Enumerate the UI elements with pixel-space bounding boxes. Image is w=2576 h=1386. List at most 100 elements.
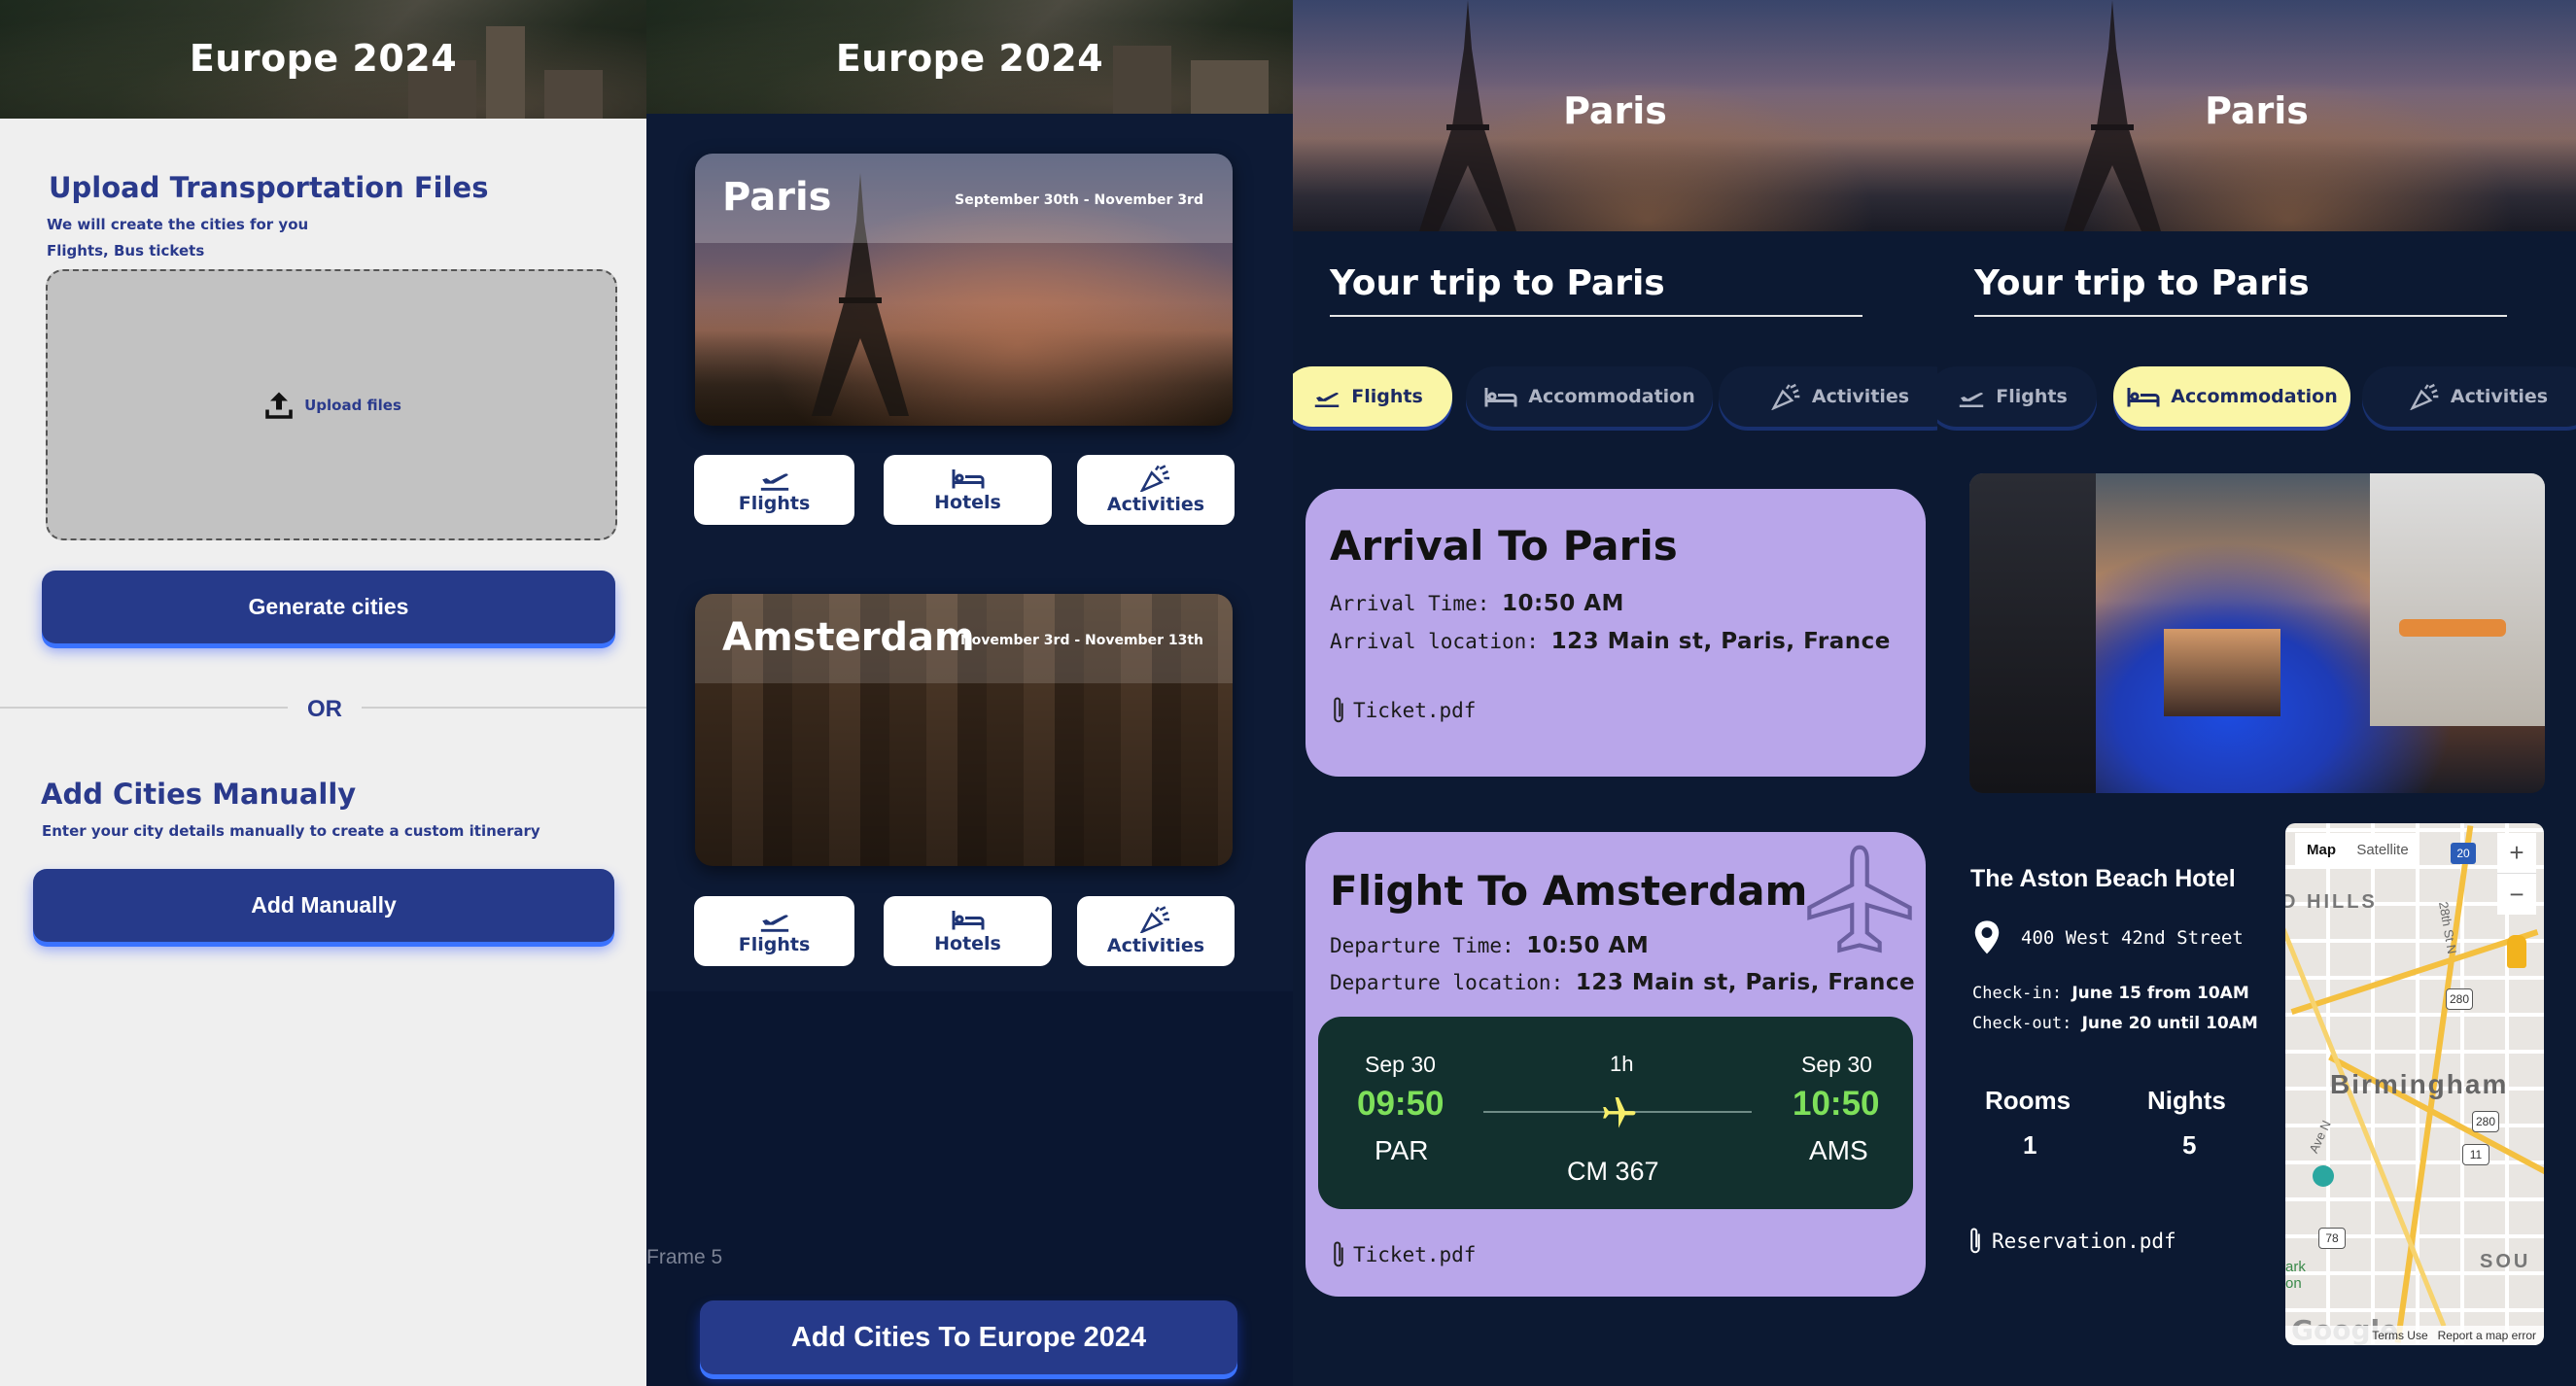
upload-file-types: Flights, Bus tickets (47, 242, 205, 260)
bed-icon (1484, 388, 1517, 407)
activities-tile-amsterdam[interactable]: Activities (1077, 896, 1235, 966)
add-manually-button[interactable]: Add Manually (33, 869, 614, 942)
hotels-tile-amsterdam[interactable]: Hotels (884, 896, 1052, 966)
ticket-attachment[interactable]: Ticket.pdf (1330, 696, 1476, 725)
party-popper-icon (2410, 383, 2439, 410)
departure-airport: PAR (1375, 1135, 1429, 1165)
poi-marker-icon[interactable] (2313, 1165, 2334, 1187)
rooms-value: 1 (2023, 1130, 2037, 1160)
hero-city-title: Paris (2205, 89, 2309, 132)
tab-label: Flights (1996, 386, 2068, 407)
tile-label: Hotels (934, 933, 1001, 954)
manual-subtitle: Enter your city details manually to crea… (42, 822, 540, 840)
tile-label: Flights (738, 493, 811, 514)
flights-tile-amsterdam[interactable]: Flights (694, 896, 854, 966)
paperclip-icon (1970, 1228, 1980, 1254)
party-popper-icon (1139, 906, 1169, 933)
tab-flights[interactable]: Flights (1937, 366, 2097, 427)
airplane-icon (1603, 1097, 1636, 1128)
map-city-label: Birmingham (2330, 1069, 2509, 1099)
upload-dropzone[interactable]: Upload files (46, 269, 617, 540)
bed-icon (952, 469, 984, 489)
highway-shield-icon: 11 (2462, 1144, 2489, 1165)
city-card-amsterdam[interactable]: Amsterdam November 3rd - November 13th (695, 594, 1233, 866)
hotels-tile-paris[interactable]: Hotels (884, 455, 1052, 525)
hotel-name: The Aston Beach Hotel (1970, 865, 2236, 892)
reservation-attachment[interactable]: Reservation.pdf (1967, 1227, 2176, 1256)
upload-panel: Europe 2024 Upload Transportation Files … (0, 0, 646, 1386)
activities-tile-paris[interactable]: Activities (1077, 455, 1235, 525)
plane-takeoff-icon (760, 473, 788, 491)
flights-detail-panel: Paris Your trip to Paris Flights Accommo… (1293, 0, 1937, 1386)
add-cities-button[interactable]: Add Cities To Europe 2024 (700, 1300, 1237, 1374)
hotel-location-map[interactable]: Map Satellite + − D HILLS Birmingham SOU… (2285, 823, 2544, 1345)
hero-city-title: Paris (1563, 89, 1667, 132)
departure-date: Sep 30 (1365, 1052, 1436, 1077)
tab-label: Accommodation (2171, 386, 2338, 407)
attachment-name: Ticket.pdf (1353, 699, 1477, 722)
tab-label: Activities (2450, 386, 2549, 407)
checkout-info: Check-out: June 20 until 10AM (1972, 1014, 2258, 1033)
trip-heading: Your trip to Paris (1974, 263, 2310, 303)
tab-accommodation[interactable]: Accommodation (1466, 366, 1713, 427)
tab-flights[interactable]: Flights (1293, 366, 1452, 427)
paperclip-icon (1334, 1241, 1343, 1267)
flight-card: Flight To Amsterdam Departure Time: 10:5… (1305, 832, 1926, 1297)
map-terms-link[interactable]: Terms Use (2372, 1329, 2427, 1342)
arrival-card: Arrival To Paris Arrival Time: 10:50 AM … (1305, 489, 1926, 777)
plane-takeoff-icon (1315, 392, 1340, 407)
divider-right (362, 707, 646, 709)
hotel-address: 400 West 42nd Street (1970, 919, 2244, 956)
manual-heading: Add Cities Manually (41, 778, 357, 811)
city-name: Amsterdam (722, 615, 975, 660)
tab-activities[interactable]: Activities (2362, 366, 2576, 427)
upload-subtitle: We will create the cities for you (47, 216, 309, 233)
tab-label: Accommodation (1528, 386, 1695, 407)
arrival-airport: AMS (1809, 1135, 1868, 1165)
or-separator: OR (307, 696, 342, 722)
map-zoom-in-button[interactable]: + (2497, 833, 2536, 874)
generate-cities-button[interactable]: Generate cities (42, 571, 615, 643)
interstate-shield-icon: 20 (2451, 843, 2476, 864)
upload-files-label: Upload files (304, 396, 401, 414)
departure-location: Departure location: 123 Main st, Paris, … (1330, 970, 1916, 995)
europe-hero-banner: Europe 2024 (0, 0, 646, 119)
map-south-label: SOU (2480, 1251, 2531, 1272)
nights-value: 5 (2182, 1130, 2197, 1160)
tile-label: Flights (738, 934, 811, 955)
bed-icon (952, 911, 984, 930)
nights-label: Nights (2147, 1086, 2226, 1115)
map-tab-map[interactable]: Map (2295, 833, 2348, 866)
flight-number: CM 367 (1567, 1157, 1659, 1186)
bed-icon (2127, 388, 2160, 407)
trip-heading: Your trip to Paris (1330, 263, 1665, 303)
flights-tile-paris[interactable]: Flights (694, 455, 854, 525)
map-tab-satellite[interactable]: Satellite (2348, 833, 2418, 866)
map-zoom-out-button[interactable]: − (2497, 874, 2536, 915)
party-popper-icon (1771, 383, 1800, 410)
city-dates: November 3rd - November 13th (959, 633, 1203, 648)
plane-takeoff-icon (1960, 392, 1984, 407)
flight-title: Flight To Amsterdam (1330, 867, 1808, 915)
hotel-photo (1969, 473, 2545, 793)
arrival-clock: 10:50 (1793, 1085, 1880, 1123)
tab-label: Activities (1811, 386, 1910, 407)
tab-accommodation[interactable]: Accommodation (2113, 366, 2350, 427)
ticket-attachment[interactable]: Ticket.pdf (1330, 1240, 1476, 1269)
map-park-label: ark on (2285, 1259, 2306, 1292)
street-view-pegman-icon[interactable] (2507, 935, 2526, 968)
map-report-link[interactable]: Report a map error (2438, 1329, 2536, 1342)
departure-clock: 09:50 (1357, 1085, 1445, 1123)
heading-underline (1330, 315, 1862, 317)
city-card-paris[interactable]: Paris September 30th - November 3rd (695, 154, 1233, 426)
attachment-name: Reservation.pdf (1992, 1230, 2176, 1253)
arrival-time: Arrival Time: 10:50 AM (1330, 591, 1624, 616)
heading-underline (1974, 315, 2507, 317)
upload-heading: Upload Transportation Files (49, 171, 489, 204)
flight-itinerary-box: Sep 30 09:50 PAR 1h CM 367 Sep 30 10:50 … (1318, 1017, 1913, 1209)
tab-activities[interactable]: Activities (1719, 366, 1937, 427)
paris-hero-banner: Paris (1293, 0, 1937, 231)
frame-label: Frame 5 (646, 1246, 723, 1268)
arrival-title: Arrival To Paris (1330, 522, 1678, 570)
address-text: 400 West 42nd Street (2021, 927, 2244, 949)
